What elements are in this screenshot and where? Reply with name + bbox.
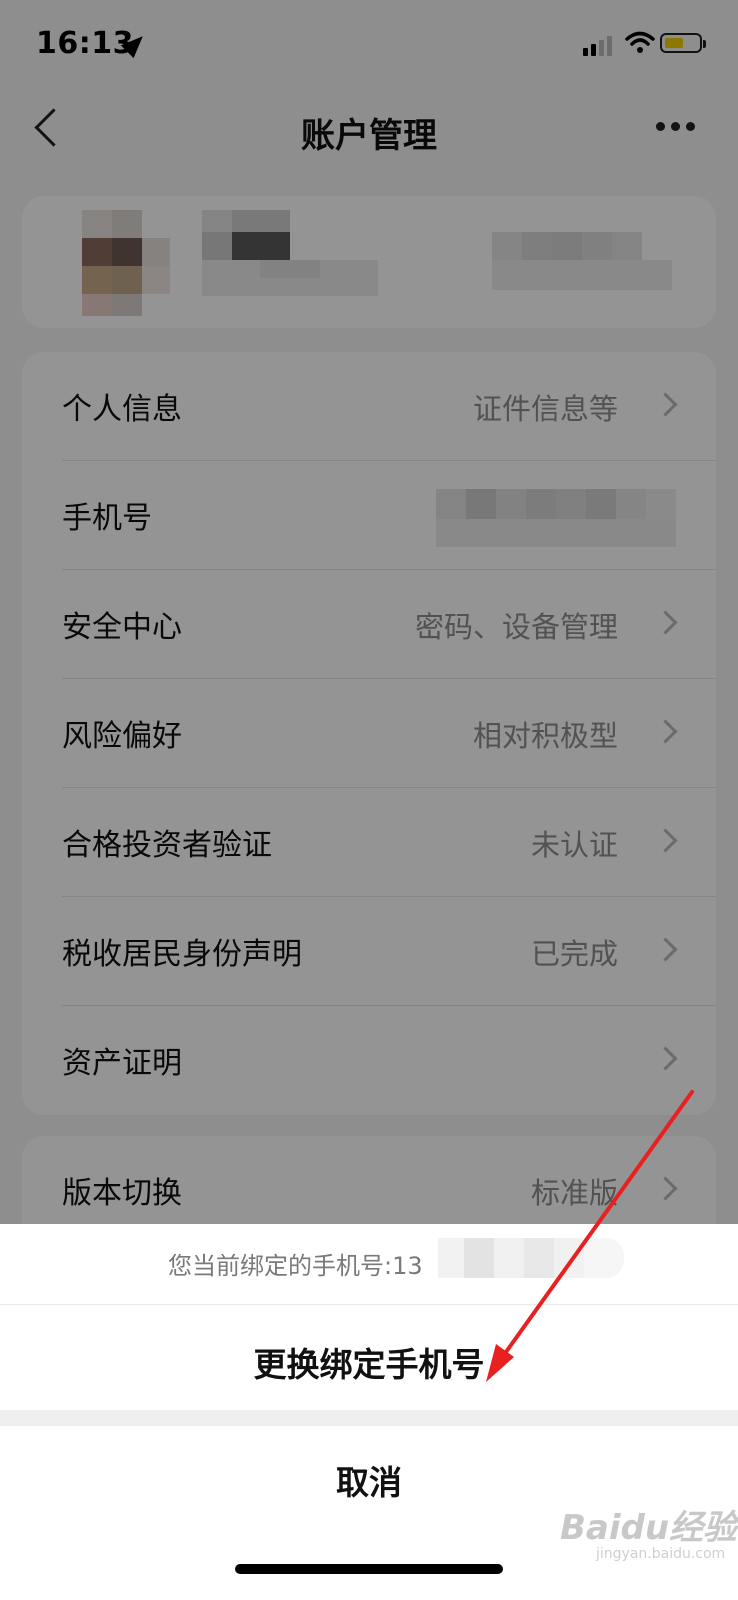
change-phone-label: 更换绑定手机号 — [253, 1345, 485, 1384]
sheet-separator — [0, 1410, 738, 1426]
modal-backdrop[interactable] — [0, 0, 738, 1246]
cancel-label: 取消 — [336, 1463, 402, 1502]
action-sheet-header: 您当前绑定的手机号:13 — [0, 1224, 738, 1305]
watermark-logo: Baidu经验 — [560, 1508, 738, 1548]
home-indicator[interactable] — [235, 1564, 503, 1574]
current-phone-text: 您当前绑定的手机号:13 — [168, 1252, 423, 1280]
watermark-url: jingyan.baidu.com — [596, 1546, 726, 1562]
change-phone-button[interactable]: 更换绑定手机号 — [0, 1306, 738, 1410]
